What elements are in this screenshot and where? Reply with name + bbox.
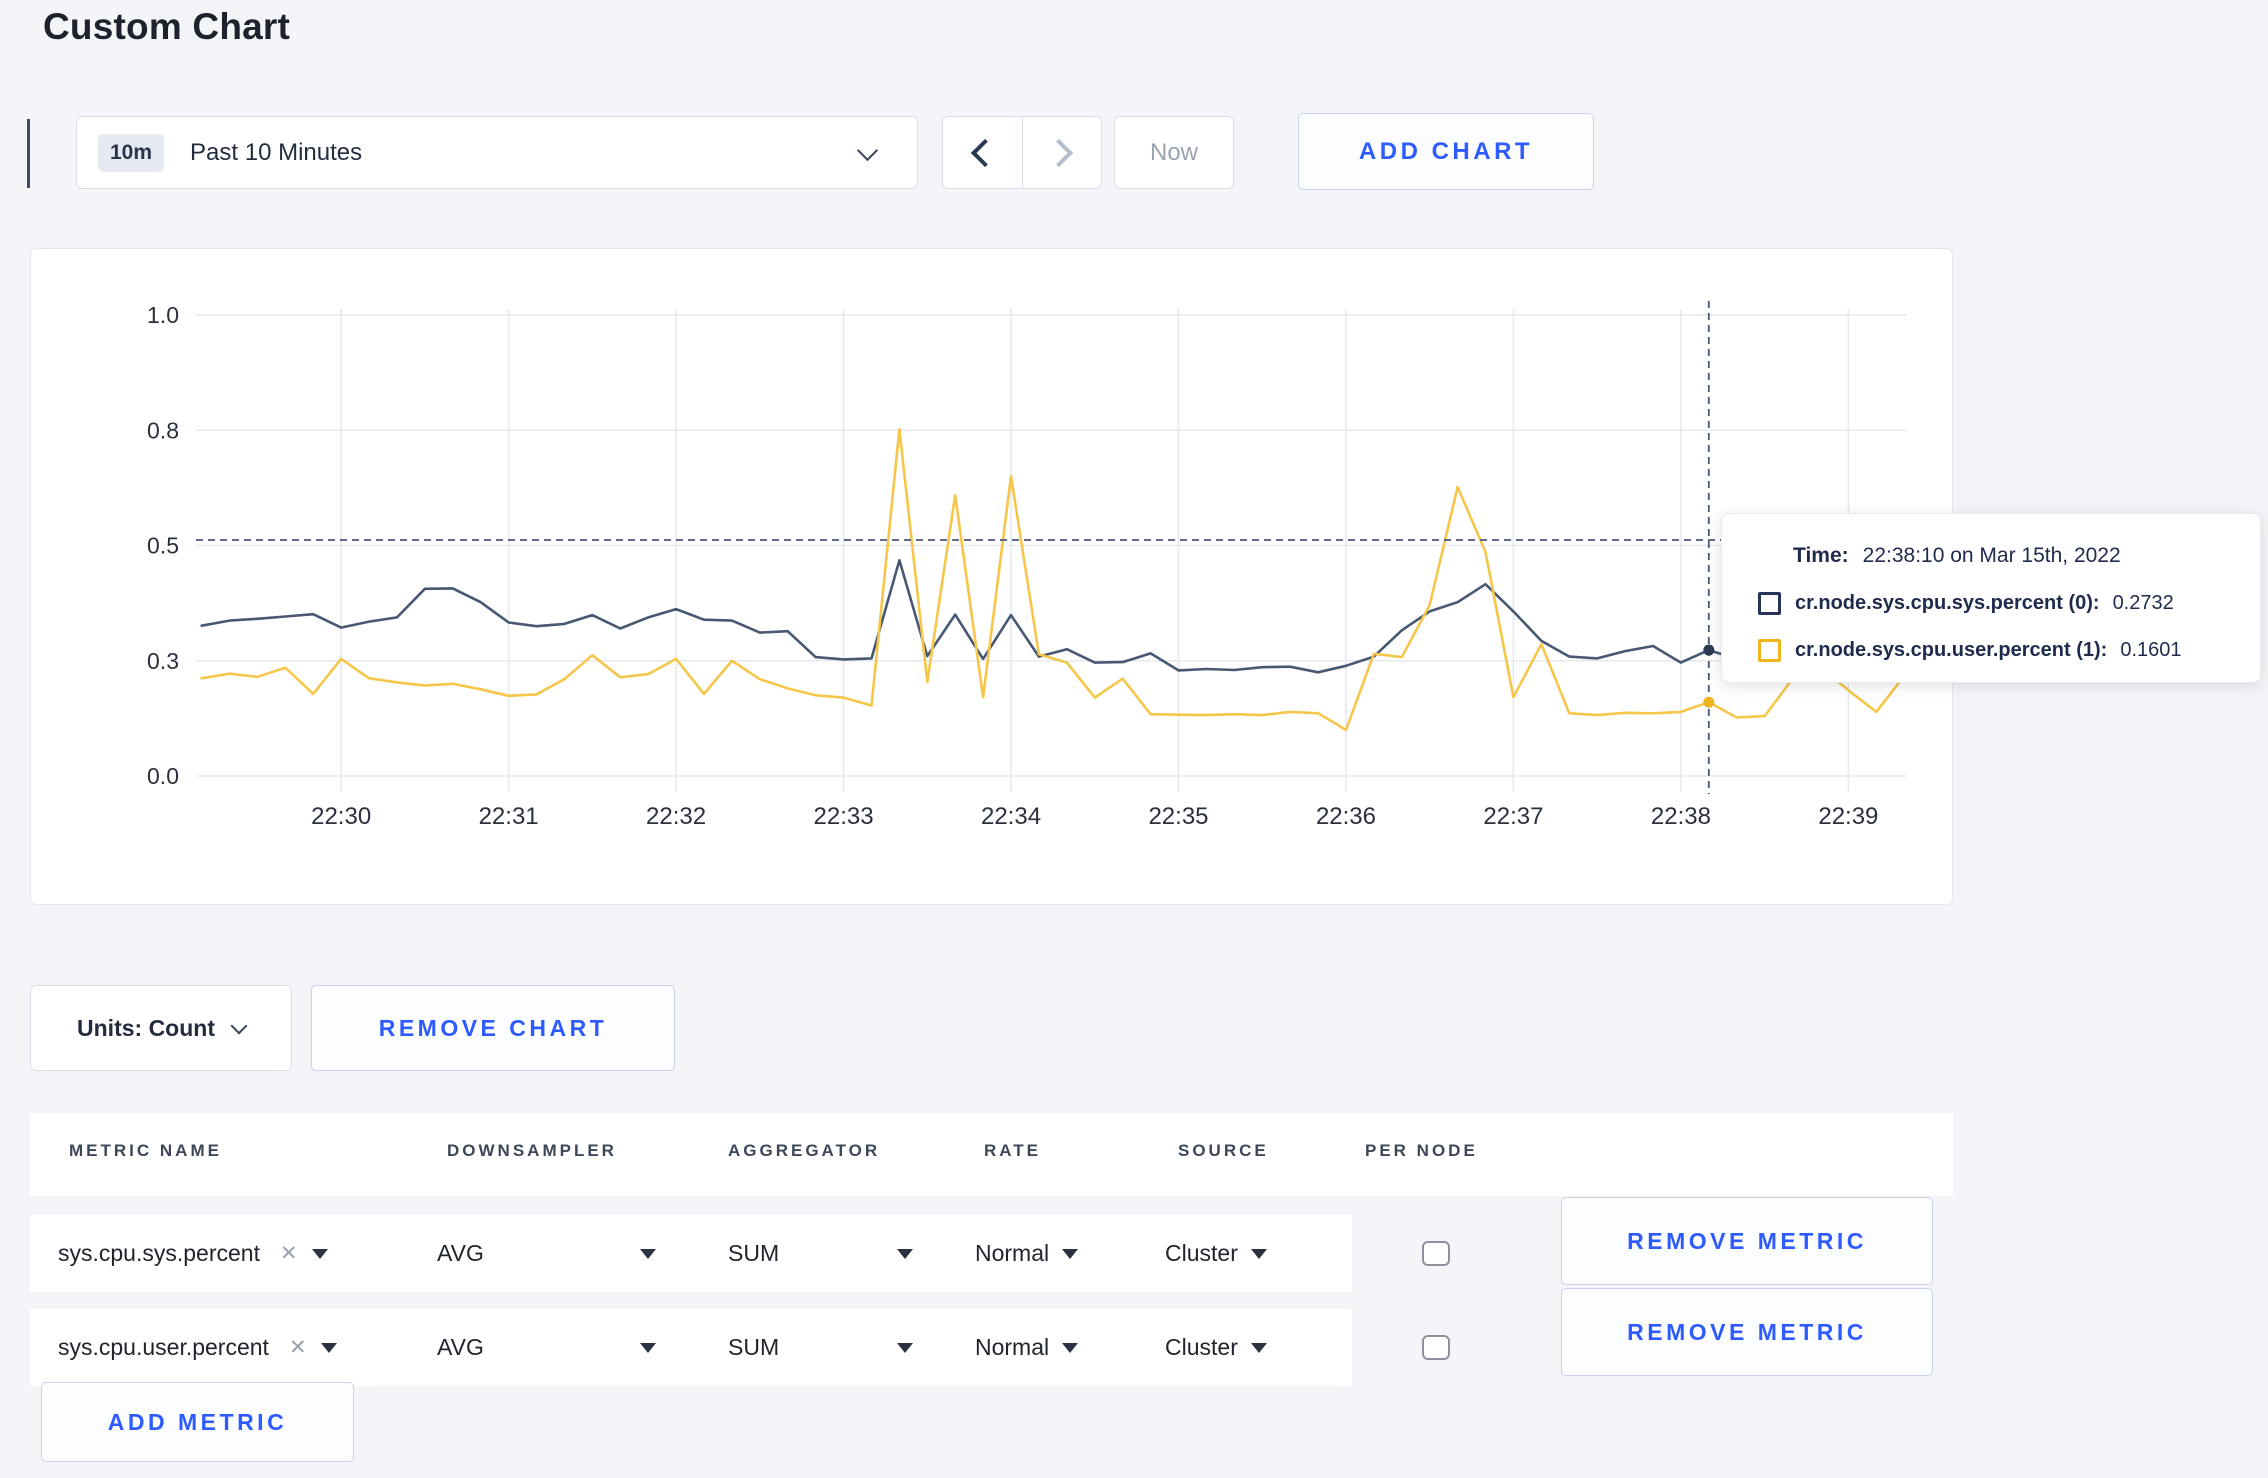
sys-series-swatch-icon	[1758, 592, 1781, 615]
y-axis-tick-label: 0.0	[147, 763, 179, 789]
aggregator-select[interactable]: SUM	[728, 1215, 779, 1292]
metric-name-value: sys.cpu.sys.percent	[58, 1240, 260, 1266]
tooltip-series-value: 0.2732	[2112, 592, 2174, 614]
column-header-aggregator: AGGREGATOR	[728, 1141, 881, 1160]
hover-point-sys	[1703, 644, 1715, 656]
series-line-sys	[200, 558, 1909, 674]
tooltip-series-label: cr.node.sys.cpu.user.percent (1):	[1795, 639, 2108, 661]
tooltip-series-label: cr.node.sys.cpu.sys.percent (0):	[1795, 592, 2100, 614]
metrics-table-header: METRIC NAME DOWNSAMPLER AGGREGATOR RATE …	[30, 1113, 1953, 1196]
x-axis-tick-label: 22:33	[814, 803, 874, 830]
time-nav-group	[942, 116, 1102, 189]
next-range-button[interactable]	[1021, 117, 1102, 188]
tooltip-time-row: Time: 22:38:10 on Mar 15th, 2022	[1793, 544, 2240, 568]
add-metric-button[interactable]: ADD METRIC	[41, 1382, 354, 1462]
dropdown-arrow-icon	[897, 1342, 913, 1353]
downsampler-select[interactable]: AVG	[437, 1309, 484, 1386]
column-header-per-node: PER NODE	[1365, 1141, 1478, 1160]
clear-metric-icon[interactable]: ✕	[289, 1335, 307, 1360]
source-value: Cluster	[1165, 1334, 1238, 1360]
timeseries-chart[interactable]: 0.0 0.3 0.5 0.8 1.0 22:30 22:31 22:32 22:33 22:34…	[31, 249, 1954, 906]
dropdown-arrow-icon	[1250, 1248, 1267, 1259]
dropdown-arrow-icon	[320, 1342, 337, 1353]
tooltip-series-row: cr.node.sys.cpu.user.percent (1): 0.1601	[1758, 639, 2240, 662]
tooltip-series-value: 0.1601	[2120, 639, 2182, 661]
chart-panel: 0.0 0.3 0.5 0.8 1.0 22:30 22:31 22:32 22:33 22:34…	[30, 248, 1953, 905]
y-axis-tick-label: 1.0	[147, 302, 179, 328]
dropdown-arrow-icon	[311, 1248, 328, 1259]
x-axis-tick-label: 22:38	[1651, 803, 1711, 830]
left-accent-divider	[27, 119, 30, 188]
dropdown-arrow-icon	[1250, 1342, 1267, 1353]
chart-tooltip: Time: 22:38:10 on Mar 15th, 2022 cr.node.…	[1721, 513, 2261, 683]
prev-range-button[interactable]	[943, 117, 1022, 188]
chevron-down-icon	[856, 139, 879, 162]
user-series-swatch-icon	[1758, 639, 1781, 662]
units-label: Units: Count	[77, 1014, 215, 1041]
downsampler-arrow-icon[interactable]	[640, 1309, 656, 1386]
tooltip-series-row: cr.node.sys.cpu.sys.percent (0): 0.2732	[1758, 592, 2240, 615]
y-axis-tick-label: 0.3	[147, 648, 179, 674]
hover-point-user	[1703, 696, 1715, 708]
x-axis-tick-label: 22:37	[1483, 803, 1543, 830]
x-axis-tick-label: 22:34	[981, 803, 1041, 830]
column-header-metric-name: METRIC NAME	[69, 1141, 222, 1160]
now-button[interactable]: Now	[1114, 116, 1234, 189]
per-node-checkbox[interactable]	[1422, 1241, 1450, 1266]
clear-metric-icon[interactable]: ✕	[280, 1241, 298, 1266]
time-range-dropdown[interactable]: 10m Past 10 Minutes	[76, 116, 918, 189]
dropdown-arrow-icon	[1062, 1342, 1079, 1353]
custom-chart-page: Custom Chart 10m Past 10 Minutes Now ADD…	[0, 0, 2268, 1478]
per-node-checkbox[interactable]	[1422, 1335, 1450, 1360]
rate-select[interactable]: Normal	[975, 1215, 1079, 1292]
dropdown-arrow-icon	[897, 1248, 913, 1259]
x-axis-tick-label: 22:30	[311, 803, 371, 830]
metric-name-dropdown[interactable]: sys.cpu.sys.percent ✕	[58, 1215, 328, 1292]
column-header-source: SOURCE	[1178, 1141, 1269, 1160]
source-value: Cluster	[1165, 1240, 1238, 1266]
remove-chart-button[interactable]: REMOVE CHART	[311, 985, 675, 1071]
page-title: Custom Chart	[43, 6, 291, 47]
x-axis-tick-label: 22:36	[1316, 803, 1376, 830]
chevron-right-icon	[1044, 138, 1073, 167]
rate-select[interactable]: Normal	[975, 1309, 1079, 1386]
source-select[interactable]: Cluster	[1165, 1215, 1267, 1292]
units-dropdown[interactable]: Units: Count	[30, 985, 292, 1071]
add-chart-button[interactable]: ADD CHART	[1298, 113, 1594, 190]
rate-value: Normal	[975, 1334, 1050, 1360]
aggregator-arrow-icon[interactable]	[897, 1309, 913, 1386]
series-line-user	[200, 428, 1909, 732]
x-axis-tick-label: 22:32	[646, 803, 706, 830]
aggregator-arrow-icon[interactable]	[897, 1215, 913, 1292]
dropdown-arrow-icon	[640, 1342, 656, 1353]
dropdown-arrow-icon	[1062, 1248, 1079, 1259]
remove-metric-button[interactable]: REMOVE METRIC	[1561, 1288, 1933, 1376]
time-range-label: Past 10 Minutes	[190, 138, 363, 166]
column-header-downsampler: DOWNSAMPLER	[447, 1141, 617, 1160]
y-axis-tick-label: 0.8	[147, 417, 179, 443]
x-axis-tick-label: 22:39	[1818, 803, 1878, 830]
downsampler-arrow-icon[interactable]	[640, 1215, 656, 1292]
dropdown-arrow-icon	[640, 1248, 656, 1259]
metric-name-value: sys.cpu.user.percent	[58, 1334, 269, 1360]
aggregator-select[interactable]: SUM	[728, 1309, 779, 1386]
remove-metric-button[interactable]: REMOVE METRIC	[1561, 1197, 1933, 1285]
downsampler-select[interactable]: AVG	[437, 1215, 484, 1292]
tooltip-time-label: Time:	[1793, 544, 1849, 567]
y-axis-tick-label: 0.5	[147, 533, 179, 559]
x-axis-tick-label: 22:35	[1148, 803, 1208, 830]
metric-name-dropdown[interactable]: sys.cpu.user.percent ✕	[58, 1309, 337, 1386]
source-select[interactable]: Cluster	[1165, 1309, 1267, 1386]
chevron-left-icon	[971, 138, 1000, 167]
time-range-badge: 10m	[98, 133, 165, 172]
rate-value: Normal	[975, 1240, 1050, 1266]
chevron-down-icon	[230, 1017, 248, 1035]
tooltip-time-value: 22:38:10 on Mar 15th, 2022	[1862, 544, 2121, 567]
x-axis-tick-label: 22:31	[479, 803, 539, 830]
column-header-rate: RATE	[984, 1141, 1042, 1160]
